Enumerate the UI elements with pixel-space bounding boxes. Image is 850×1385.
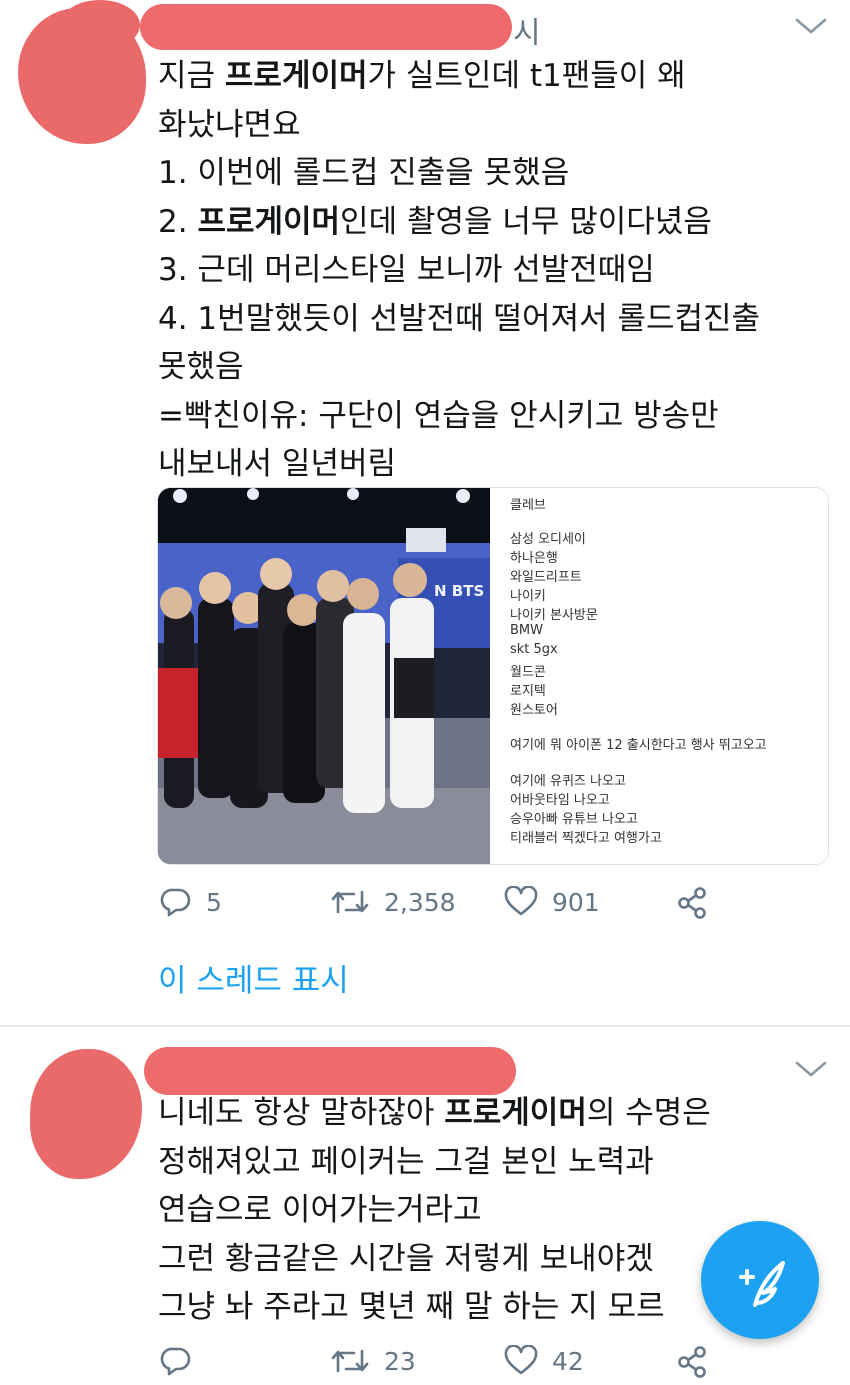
hashtag-text: 프로게이머 [197,203,341,240]
hashtag-text: 프로게이머 [224,58,368,94]
share-icon [678,887,706,919]
like-icon [504,1345,538,1375]
avatar[interactable] [30,1049,142,1179]
text-segment: 인데 촬영을 너무 많이다녔음 [340,203,712,240]
media-notes: 클레브삼성 오디세이하나은행와일드리프트나이키나이키 본사방문 BMW skt 5g… [498,488,828,864]
media-note-line: 나이키 본사방문 [510,608,598,623]
media-note-line: BMW [510,623,543,638]
reply-count: 5 [206,887,222,917]
media-note-line: skt 5gx [510,642,558,657]
tweet-text-line: 3. 근데 머리스타일 보니까 선발전때임 [158,246,760,295]
reply-icon [160,888,191,917]
retweet-icon [331,890,369,914]
text-segment: 지금 [158,58,225,94]
media-note-line: 나이키 [510,589,546,604]
text-segment: 그냥 놔 주라고 몇년 째 말 하는 지 모르 [158,1289,665,1325]
media-note-line: 하나은행 [510,551,558,566]
tweet-text-line: 그런 황금같은 시간을 저렇게 보내야겠 [158,1235,711,1284]
retweet-icon [331,1349,369,1373]
text-segment: 연습으로 이어가는거라고 [158,1192,482,1228]
text-segment: 가 실트인데 t1팬들이 왜 [367,58,686,94]
tweet-text-line: =빡친이유: 구단이 연습을 안시키고 방송만 [158,392,760,441]
share-icon [678,1346,706,1378]
tweet-actions: 23 42 [160,1345,760,1385]
media-note-line: 와일드리프트 [510,570,582,585]
show-thread-link[interactable]: 이 스레드 표시 [158,955,349,1000]
media-note-line: 승우아빠 유튜브 나오고 [510,812,638,827]
text-segment: 화났냐면요 [158,106,301,143]
like-button[interactable]: 42 [504,1345,584,1377]
hashtag-text: 프로게이머 [444,1095,587,1131]
like-count: 901 [552,887,600,917]
author-name-redaction [144,1047,516,1095]
media-note-line: 어바웃타임 나오고 [510,793,610,808]
media-note-line: 로지텍 [510,684,546,699]
header-text: 시 [513,16,541,51]
tweet-text-line: 내보내서 일년버림 [158,440,760,489]
text-segment: 못했음 [158,349,244,385]
tweet-text-line: 1. 이번에 롤드컵 진출을 못했음 [158,149,760,198]
tweet-text: 지금 프로게이머가 실트인데 t1팬들이 왜 화났냐면요 1. 이번에 롤드컵 진출… [158,52,760,489]
media-note-line: 원스토어 [510,703,558,718]
share-button[interactable] [676,886,710,920]
retweet-count: 2,358 [384,887,456,917]
photo-sign: N BTS [434,582,484,600]
tweet-actions: 5 2,358 901 [160,886,760,926]
reply-button[interactable]: 5 [160,886,222,918]
text-segment: 2. [158,203,198,240]
reply-icon [160,1347,191,1376]
text-segment: 내보내서 일년버림 [158,446,397,482]
retweet-button[interactable]: 2,358 [330,886,456,918]
text-segment: 니네도 항상 말하잖아 [158,1095,445,1131]
tweet-text-line: 정해져있고 페이커는 그걸 본인 노력과 [158,1138,711,1187]
text-segment: =빡친이유: 구단이 연습을 안시키고 방송만 [158,397,719,434]
tweet-text-line: 지금 프로게이머가 실트인데 t1팬들이 왜 [158,52,760,101]
retweet-count: 23 [384,1346,416,1376]
compose-icon [739,1261,785,1307]
tweet-text: 니네도 항상 말하잖아 프로게이머의 수명은정해져있고 페이커는 그걸 본인 노… [158,1089,711,1332]
media-note-line: 여기에 유퀴즈 나오고 [510,774,626,789]
media-note-line: 클레브 [510,498,546,513]
text-segment: 1. 이번에 롤드컵 진출을 못했음 [158,155,570,191]
like-button[interactable]: 901 [504,886,600,918]
compose-tweet-button[interactable] [701,1221,819,1339]
media-note-line: 여기에 뭐 아이폰 12 출시한다고 행사 뛰고오고 [510,738,767,753]
tweet-text-line: 못했음 [158,343,760,392]
tweet-text-line: 화났냐면요 [158,101,760,150]
tweet-media[interactable]: N BTS 클레브삼성 오디세이하나은행와일드리프트나이키나이키 본사방문 BMW… [157,487,829,865]
tweet-text-line: 2. 프로게이머인데 촬영을 너무 많이다녔음 [158,198,760,247]
chevron-down-icon[interactable] [794,1059,828,1079]
tweet[interactable]: 시 지금 프로게이머가 실트인데 t1팬들이 왜 화났냐면요 1. 이번에 롤드컵 … [0,0,850,1025]
avatar-redaction [60,0,140,50]
media-note-line: 삼성 오디세이 [510,532,586,547]
text-segment: 3. 근데 머리스타일 보니까 선발전때임 [158,252,655,288]
tweet-text-line: 그냥 놔 주라고 몇년 째 말 하는 지 모르 [158,1283,711,1332]
like-count: 42 [552,1346,584,1376]
chevron-down-icon[interactable] [794,16,828,36]
tweet-text-line: 4. 1번말했듯이 선발전때 떨어져서 롤드컵진출 [158,295,760,344]
text-segment: 그런 황금같은 시간을 저렇게 보내야겠 [158,1240,654,1277]
reply-button[interactable] [160,1345,192,1377]
media-note-line: 티래블러 찍겠다고 여행가고 [510,831,662,846]
media-note-line: 월드콘 [510,665,546,680]
group-photo: N BTS [158,488,490,864]
like-icon [504,886,538,916]
text-segment: 4. 1번말했듯이 선발전때 떨어져서 롤드컵진출 [158,300,761,337]
text-segment: 의 수명은 [586,1095,711,1131]
tweet-text-line: 니네도 항상 말하잖아 프로게이머의 수명은 [158,1089,711,1138]
author-name-redaction [140,4,512,50]
retweet-button[interactable]: 23 [330,1345,416,1377]
text-segment: 정해져있고 페이커는 그걸 본인 노력과 [158,1143,654,1180]
tweet-text-line: 연습으로 이어가는거라고 [158,1186,711,1235]
share-button[interactable] [676,1345,710,1379]
